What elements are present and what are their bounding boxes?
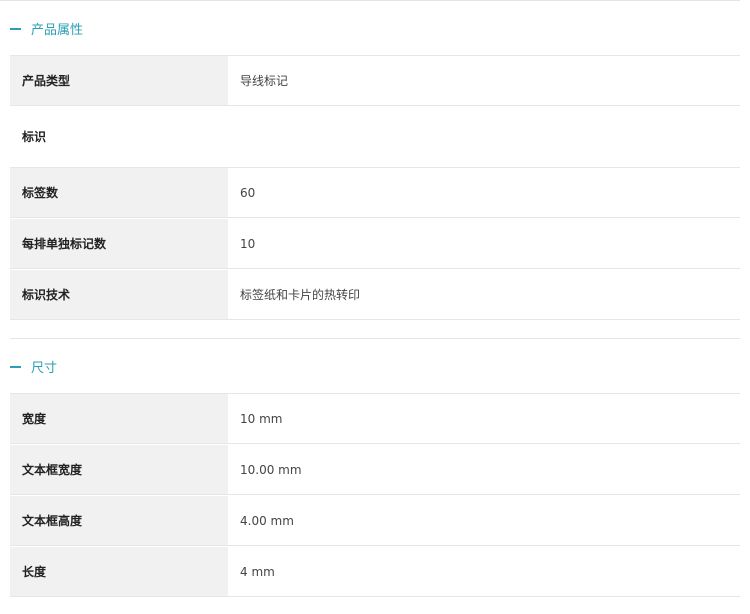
row-label: 文本框宽度 [10,445,228,494]
table-row: 产品类型 导线标记 [10,56,740,106]
row-label: 标识技术 [10,270,228,319]
row-value: 10 mm [240,411,283,426]
table-row: 文本框高度 4.00 mm [10,496,740,546]
group-heading: 标识 [10,106,740,168]
row-label: 长度 [10,547,228,596]
row-label: 标签数 [10,168,228,217]
row-value: 4 mm [240,564,275,579]
table-row: 文本框宽度 10.00 mm [10,445,740,495]
section-header-dimensions[interactable]: 尺寸 [10,339,740,393]
row-label: 产品类型 [10,56,228,105]
row-value: 10.00 mm [240,462,302,477]
table-row: 长度 4 mm [10,547,740,597]
minus-icon[interactable] [10,27,21,30]
table-row: 每排单独标记数 10 [10,219,740,269]
row-label: 文本框高度 [10,496,228,545]
table-row: 标识技术 标签纸和卡片的热转印 [10,270,740,320]
row-value: 标签纸和卡片的热转印 [240,288,361,302]
section-title: 产品属性 [31,22,84,38]
row-value: 4.00 mm [240,513,294,528]
minus-icon[interactable] [10,365,21,368]
section-title: 尺寸 [31,360,58,376]
spec-panel: 产品属性 产品类型 导线标记 标识 标签数 60 每排单独标记数 10 标识技术… [0,0,750,614]
row-label: 宽度 [10,394,228,443]
table-row: 标签数 60 [10,168,740,218]
row-label: 每排单独标记数 [10,219,228,268]
row-value: 导线标记 [240,74,289,88]
row-value: 10 [240,236,256,251]
table-row: 宽度 10 mm [10,394,740,444]
section-header-product-attributes[interactable]: 产品属性 [10,1,740,55]
row-value: 60 [240,185,256,200]
